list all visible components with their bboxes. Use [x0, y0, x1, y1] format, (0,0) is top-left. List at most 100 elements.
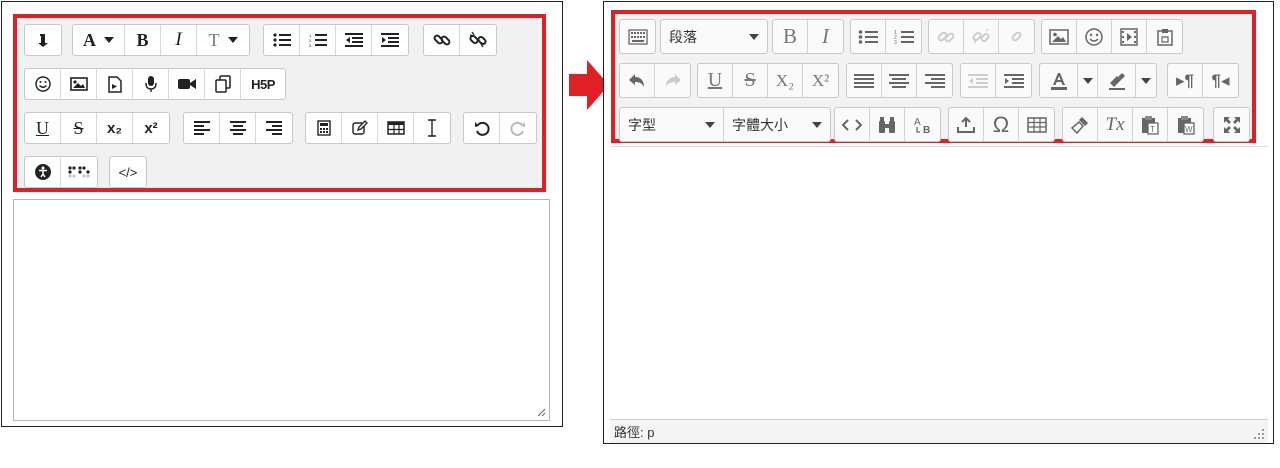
paste-word-icon[interactable]: W: [1168, 108, 1203, 141]
unordered-list-icon[interactable]: [851, 20, 886, 53]
align-center-icon[interactable]: [220, 113, 256, 143]
strikethrough-button[interactable]: S: [61, 113, 97, 143]
text-cursor-icon[interactable]: [414, 113, 450, 143]
fullscreen-icon[interactable]: [1214, 108, 1249, 141]
outdent-icon[interactable]: [961, 64, 996, 97]
clear-format-button[interactable]: Tx: [1098, 108, 1133, 141]
spellcheck-icon[interactable]: AB: [905, 108, 940, 141]
element-path[interactable]: 路徑: p: [614, 422, 654, 441]
code-icon[interactable]: [835, 108, 870, 141]
italic-icon: I: [175, 29, 182, 50]
text-format-group: U S X₂ X²: [697, 63, 839, 98]
history-group: [463, 112, 537, 144]
history-group: [619, 63, 691, 98]
paste-text-icon[interactable]: T: [1133, 108, 1168, 141]
indent-icon[interactable]: [996, 64, 1031, 97]
bold-button[interactable]: B: [125, 25, 161, 55]
image-icon[interactable]: [1042, 20, 1077, 53]
clean-html-icon[interactable]: [1063, 108, 1098, 141]
manage-files-icon[interactable]: [205, 69, 241, 99]
emoji-icon[interactable]: [1077, 20, 1112, 53]
font-color-button[interactable]: A: [73, 25, 125, 55]
find-icon[interactable]: [870, 108, 905, 141]
outdent-icon[interactable]: [336, 25, 372, 55]
paragraph-group: 段落: [660, 19, 768, 54]
text-color-dropdown[interactable]: [1078, 64, 1098, 97]
special-char-icon[interactable]: Ω: [984, 108, 1019, 141]
image-icon[interactable]: [61, 69, 97, 99]
superscript-button[interactable]: X²: [803, 64, 838, 97]
edit-icon[interactable]: [342, 113, 378, 143]
unordered-list-icon[interactable]: [264, 25, 300, 55]
chevron-down-icon: [104, 37, 114, 43]
underline-button[interactable]: U: [698, 64, 733, 97]
font-family-select[interactable]: 字型: [620, 108, 724, 141]
media-icon[interactable]: [1112, 20, 1147, 53]
upload-icon[interactable]: [949, 108, 984, 141]
font-size-button[interactable]: T: [197, 25, 249, 55]
insert-group: H5P: [24, 68, 286, 100]
align-left-icon[interactable]: [847, 64, 882, 97]
table-icon[interactable]: [378, 113, 414, 143]
media-file-icon[interactable]: [97, 69, 133, 99]
code-search-group: AB: [834, 107, 941, 142]
text-color-icon[interactable]: [1040, 64, 1078, 97]
unlink-icon[interactable]: [964, 20, 999, 53]
chevron-down-icon: [705, 121, 715, 128]
background-color-icon[interactable]: [1098, 64, 1136, 97]
paragraph-select[interactable]: 段落: [661, 20, 767, 53]
chevron-down-icon: [812, 121, 822, 128]
emoji-icon[interactable]: [25, 69, 61, 99]
paste-file-icon[interactable]: [1147, 20, 1182, 53]
unlink-icon[interactable]: [460, 25, 496, 55]
align-right-icon[interactable]: [917, 64, 952, 97]
italic-button[interactable]: I: [808, 20, 843, 53]
link-icon[interactable]: [424, 25, 460, 55]
font-color-icon: A: [83, 29, 96, 50]
ordered-list-icon[interactable]: 123: [300, 25, 336, 55]
strikethrough-button[interactable]: S: [733, 64, 768, 97]
record-audio-icon[interactable]: [133, 69, 169, 99]
bold-button[interactable]: B: [773, 20, 808, 53]
font-size-select[interactable]: 字體大小: [724, 108, 830, 141]
resize-handle-icon[interactable]: [1253, 428, 1265, 440]
background-color-dropdown[interactable]: [1136, 64, 1156, 97]
redo-icon[interactable]: [655, 64, 690, 97]
accessibility-icon[interactable]: [25, 157, 61, 187]
record-video-icon[interactable]: [169, 69, 205, 99]
chevron-down-icon: [227, 37, 238, 43]
bold-italic-group: B I: [772, 19, 844, 54]
h5p-button[interactable]: H5P: [241, 69, 285, 99]
subscript-button[interactable]: x₂: [97, 113, 133, 143]
toolbar-highlight-box: A B I T 123 H5P U S x₂ x² </>: [13, 14, 546, 192]
braille-icon[interactable]: [61, 157, 97, 187]
anchor-link-icon[interactable]: [999, 20, 1034, 53]
ordered-list-icon[interactable]: 123: [886, 20, 921, 53]
svg-text:3: 3: [309, 43, 312, 47]
equation-icon[interactable]: [306, 113, 342, 143]
redo-icon[interactable]: [500, 113, 536, 143]
text-style-group: A B I T: [72, 24, 250, 56]
rtl-button[interactable]: ¶◂: [1203, 64, 1238, 97]
subscript-button[interactable]: X₂: [768, 64, 803, 97]
editor-content-area[interactable]: [13, 199, 550, 421]
indent-icon[interactable]: [372, 25, 408, 55]
toolbar-toggle-icon[interactable]: [620, 20, 655, 53]
editor-content-area[interactable]: [610, 146, 1268, 420]
align-right-icon[interactable]: [256, 113, 292, 143]
html-button[interactable]: </>: [110, 157, 146, 187]
svg-text:B: B: [923, 125, 930, 134]
undo-icon[interactable]: [464, 113, 500, 143]
resize-handle-icon[interactable]: [536, 407, 546, 417]
link-icon[interactable]: [929, 20, 964, 53]
italic-button[interactable]: I: [161, 25, 197, 55]
undo-icon[interactable]: [620, 64, 655, 97]
underline-button[interactable]: U: [25, 113, 61, 143]
table-icon[interactable]: [1019, 108, 1054, 141]
ltr-button[interactable]: ▸¶: [1168, 64, 1203, 97]
superscript-button[interactable]: x²: [133, 113, 169, 143]
collapse-icon[interactable]: [25, 25, 61, 55]
align-left-icon[interactable]: [184, 113, 220, 143]
superscript-icon: X²: [811, 70, 830, 90]
align-center-icon[interactable]: [882, 64, 917, 97]
